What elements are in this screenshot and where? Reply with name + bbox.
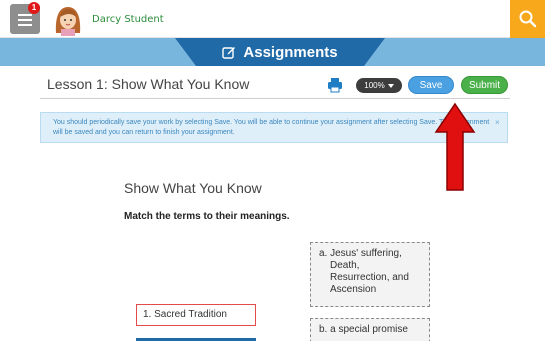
edit-icon xyxy=(222,47,236,59)
save-button[interactable]: Save xyxy=(408,76,454,94)
page-title: Assignments xyxy=(175,38,385,66)
search-button[interactable] xyxy=(510,0,545,38)
answer-a-line-4: Ascension xyxy=(330,284,377,295)
user-name[interactable]: Darcy Student xyxy=(92,14,164,25)
lesson-title: Lesson 1: Show What You Know xyxy=(47,76,250,92)
notice-text: You should periodically save your work b… xyxy=(53,119,490,136)
page-title-text: Assignments xyxy=(243,43,338,61)
search-icon xyxy=(519,10,537,28)
page: 1 Darcy Student Assignments Lesson 1: Sh xyxy=(0,0,545,341)
answer-b-line-1: b. a special promise xyxy=(319,324,408,335)
term-item-sacred-tradition[interactable]: 1. Sacred Tradition xyxy=(136,304,256,326)
answer-card-b[interactable]: b. a special promise xyxy=(310,318,430,341)
close-icon[interactable]: × xyxy=(495,118,500,127)
print-icon[interactable] xyxy=(327,77,343,93)
answer-a-line-2: Death, xyxy=(330,260,360,271)
chevron-down-icon xyxy=(387,83,394,88)
zoom-select[interactable]: 100% xyxy=(356,78,402,93)
notification-badge: 1 xyxy=(28,2,40,14)
section-title: Show What You Know xyxy=(124,180,262,196)
answer-a-line-3: Resurrection, and xyxy=(330,272,409,283)
top-bar: 1 Darcy Student xyxy=(0,0,545,38)
answer-card-a[interactable]: a. Jesus' suffering, Death, Resurrection… xyxy=(310,242,430,307)
answer-a-line-1: a. Jesus' suffering, xyxy=(319,248,402,259)
submit-button[interactable]: Submit xyxy=(461,76,508,94)
annotation-arrow-icon xyxy=(434,102,476,191)
hamburger-menu-icon xyxy=(18,14,32,16)
zoom-value: 100% xyxy=(364,81,385,90)
avatar[interactable] xyxy=(52,3,84,36)
divider xyxy=(40,98,510,99)
instructions: Match the terms to their meanings. xyxy=(124,211,290,222)
